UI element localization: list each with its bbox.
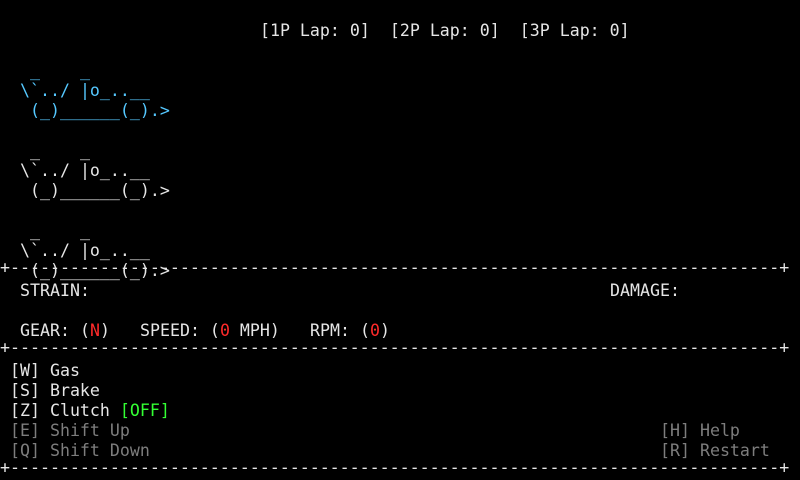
- gas-control[interactable]: [W] Gas: [10, 361, 80, 381]
- brake-control[interactable]: [S] Brake: [10, 381, 100, 401]
- divider-bottom: +---------------------------------------…: [0, 458, 790, 477]
- terminal-screen: [1P Lap: 0] [2P Lap: 0] [3P Lap: 0] _ _ …: [0, 0, 800, 480]
- car-player-3: _ _ \`../ |o_..__ (_)______(_).>: [20, 221, 170, 280]
- lap-header: [1P Lap: 0] [2P Lap: 0] [3P Lap: 0]: [220, 1, 630, 40]
- lap-counter-2p: [2P Lap: 0]: [389, 21, 500, 40]
- clutch-state: [OFF]: [119, 401, 170, 420]
- divider-top: +---------------------------------------…: [0, 258, 790, 277]
- damage-label: DAMAGE:: [610, 281, 680, 300]
- lap-counter-3p: [3P Lap: 0]: [519, 21, 630, 40]
- strain-label: STRAIN:: [20, 281, 90, 300]
- car-player-1: _ _ \`../ |o_..__ (_)______(_).>: [20, 61, 170, 120]
- lap-counter-1p: [1P Lap: 0]: [259, 21, 370, 40]
- clutch-control[interactable]: [Z] Clutch [OFF]: [10, 401, 170, 421]
- help-control[interactable]: [H] Help: [660, 421, 740, 441]
- divider-middle: +---------------------------------------…: [0, 338, 790, 357]
- shift-up-control[interactable]: [E] Shift Up: [10, 421, 130, 441]
- car-player-2: _ _ \`../ |o_..__ (_)______(_).>: [20, 141, 170, 200]
